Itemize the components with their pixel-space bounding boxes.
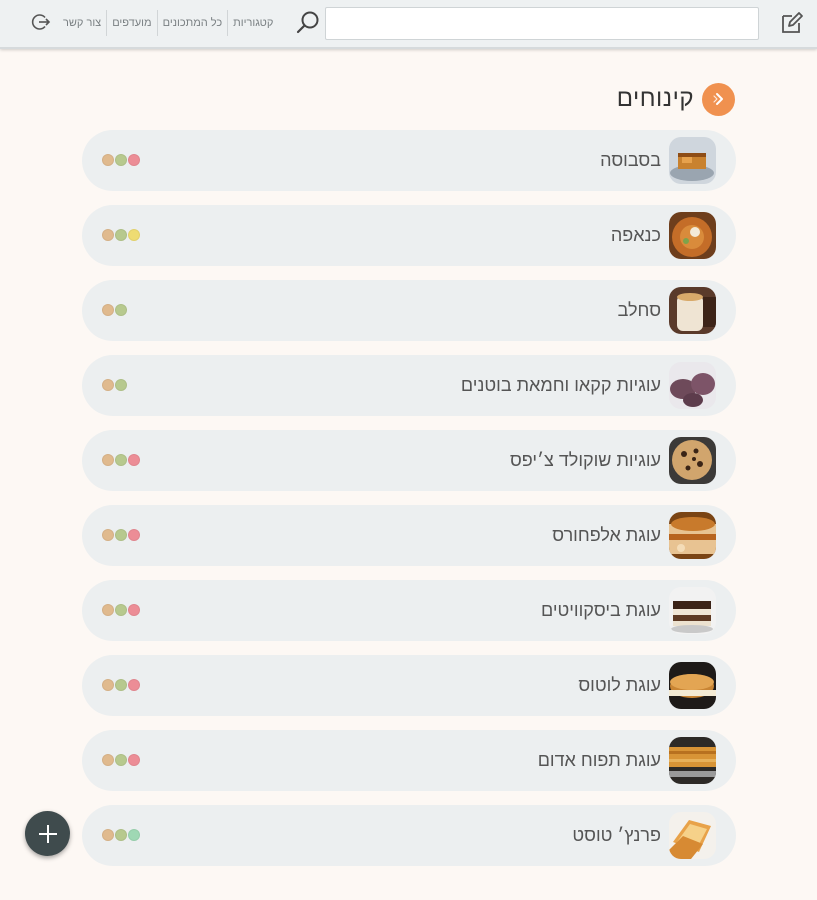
tag-dot <box>115 379 127 391</box>
tag-dot <box>128 229 140 241</box>
top-bar: קטגוריות כל המתכונים מועדפים צור קשר <box>0 0 817 49</box>
recipe-thumbnail <box>669 137 716 184</box>
tag-dot <box>128 604 140 616</box>
nav-link-categories[interactable]: קטגוריות <box>227 10 278 36</box>
recipe-tags <box>102 379 128 392</box>
recipe-row[interactable]: כנאפה <box>82 205 736 266</box>
recipe-thumbnail <box>669 812 716 859</box>
chevron-right-icon <box>712 93 723 105</box>
recipe-name: סחלב <box>617 300 661 320</box>
recipe-tags <box>102 754 141 767</box>
recipe-tags <box>102 304 128 317</box>
tag-dot <box>115 229 127 241</box>
recipe-thumbnail <box>669 512 716 559</box>
edit-icon[interactable] <box>779 10 805 36</box>
recipe-row[interactable]: פרנץ׳ טוסט <box>82 805 736 866</box>
recipe-name: עוגת ביסקוויטים <box>540 600 661 620</box>
tag-dot <box>115 754 127 766</box>
page-header: קינוחים <box>616 82 735 116</box>
nav-link-favorites[interactable]: מועדפים <box>106 10 156 36</box>
tag-dot <box>128 154 140 166</box>
recipe-row[interactable]: בסבוסה <box>82 130 736 191</box>
plus-icon <box>38 824 57 843</box>
back-button[interactable] <box>702 82 735 116</box>
tag-dot <box>115 679 127 691</box>
tag-dot <box>102 754 114 766</box>
nav-link-contact[interactable]: צור קשר <box>58 10 106 36</box>
search-input[interactable] <box>325 7 759 40</box>
recipe-thumbnail <box>669 437 716 484</box>
tag-dot <box>115 829 127 841</box>
recipe-row[interactable]: עוגת לוטוס <box>82 655 736 716</box>
add-recipe-button[interactable] <box>25 811 70 856</box>
tag-dot <box>128 754 140 766</box>
recipe-name: פרנץ׳ טוסט <box>572 825 661 845</box>
recipe-tags <box>102 229 141 242</box>
recipe-name: עוגת לוטוס <box>578 675 661 695</box>
tag-dot <box>102 529 114 541</box>
recipe-name: עוגיות שוקולד צ׳יפס <box>509 450 661 470</box>
recipe-row[interactable]: עוגיות שוקולד צ׳יפס <box>82 430 736 491</box>
recipe-name: עוגיות קקאו וחמאת בוטנים <box>460 375 661 395</box>
recipe-thumbnail <box>669 212 716 259</box>
tag-dot <box>115 529 127 541</box>
tag-dot <box>102 454 114 466</box>
recipe-row[interactable]: עוגת תפוח אדום <box>82 730 736 791</box>
recipe-tags <box>102 679 141 692</box>
recipe-tags <box>102 154 141 167</box>
tag-dot <box>128 529 140 541</box>
tag-dot <box>102 829 114 841</box>
recipe-name: בסבוסה <box>600 150 661 170</box>
search-icon[interactable] <box>294 9 322 37</box>
recipe-row[interactable]: עוגת אלפחורס <box>82 505 736 566</box>
tag-dot <box>115 304 127 316</box>
recipe-tags <box>102 829 141 842</box>
recipe-thumbnail <box>669 662 716 709</box>
recipe-row[interactable]: עוגיות קקאו וחמאת בוטנים <box>82 355 736 416</box>
logout-icon[interactable] <box>31 12 51 32</box>
recipe-tags <box>102 529 141 542</box>
recipe-name: עוגת תפוח אדום <box>537 750 661 770</box>
tag-dot <box>128 829 140 841</box>
recipe-thumbnail <box>669 587 716 634</box>
recipe-name: עוגת אלפחורס <box>552 525 661 545</box>
tag-dot <box>115 154 127 166</box>
tag-dot <box>115 604 127 616</box>
tag-dot <box>128 679 140 691</box>
tag-dot <box>102 679 114 691</box>
tag-dot <box>102 154 114 166</box>
page-title: קינוחים <box>616 85 694 112</box>
recipe-thumbnail <box>669 287 716 334</box>
recipe-tags <box>102 604 141 617</box>
nav-link-all-recipes[interactable]: כל המתכונים <box>156 10 228 36</box>
recipe-row[interactable]: עוגת ביסקוויטים <box>82 580 736 641</box>
main-nav: קטגוריות כל המתכונים מועדפים צור קשר <box>58 10 278 36</box>
recipe-row[interactable]: סחלב <box>82 280 736 341</box>
tag-dot <box>128 454 140 466</box>
recipe-tags <box>102 454 141 467</box>
recipe-thumbnail <box>669 362 716 409</box>
tag-dot <box>102 604 114 616</box>
tag-dot <box>102 379 114 391</box>
recipe-name: כנאפה <box>610 225 661 245</box>
tag-dot <box>115 454 127 466</box>
recipe-thumbnail <box>669 737 716 784</box>
tag-dot <box>102 304 114 316</box>
tag-dot <box>102 229 114 241</box>
